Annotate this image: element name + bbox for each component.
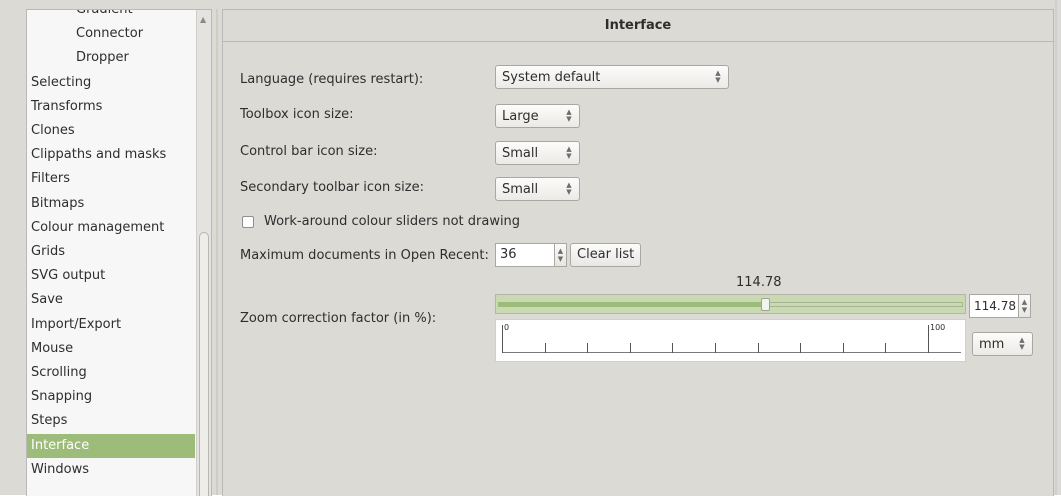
secondary-toolbar-icon-size-value: Small (502, 182, 539, 197)
sidebar-item[interactable]: Colour management (27, 216, 199, 240)
zoom-value-input[interactable]: 114.78 (969, 294, 1019, 318)
interface-panel: Interface Language (requires restart): S… (222, 9, 1054, 496)
zoom-value-display: 114.78 (736, 275, 782, 290)
ruler-tick (502, 325, 503, 353)
ruler-tick (545, 343, 546, 353)
ruler-tick (843, 343, 844, 353)
ruler-start-label: 0 (504, 323, 510, 332)
zoom-slider-handle[interactable] (761, 298, 770, 311)
ruler-tick (758, 343, 759, 353)
zoom-unit-value: mm (979, 337, 1005, 352)
colour-sliders-workaround-checkbox[interactable] (242, 216, 254, 228)
preferences-sidebar: Gradient Connector Dropper Selecting Transfo… (26, 9, 212, 496)
up-triangle-icon[interactable]: ▲ (200, 16, 206, 24)
sidebar-scrollbar[interactable]: ▲ (196, 10, 211, 496)
updown-arrows-icon: ▲ ▼ (715, 69, 721, 84)
ruler-end-label: 100 (930, 323, 946, 332)
clear-list-button[interactable]: Clear list (570, 243, 642, 267)
language-label: Language (requires restart): (240, 72, 424, 87)
ruler-tick (630, 343, 631, 353)
toolbox-icon-size-value: Large (502, 109, 539, 124)
secondary-toolbar-icon-size-select[interactable]: Small ▲ ▼ (495, 177, 580, 201)
sidebar-item[interactable]: Connector (27, 22, 211, 46)
sidebar-item[interactable]: Selecting (27, 71, 199, 95)
sidebar-item[interactable]: Gradient (27, 10, 211, 22)
updown-arrows-icon: ▲ ▼ (1019, 336, 1025, 351)
panel-title: Interface (223, 10, 1053, 42)
secondary-toolbar-icon-size-label: Secondary toolbar icon size: (240, 180, 424, 195)
zoom-ruler: 0 100 (495, 319, 966, 362)
sidebar-item[interactable]: Steps (27, 409, 199, 433)
updown-arrows-icon: ▲ ▼ (566, 108, 572, 123)
max-recent-label: Maximum documents in Open Recent: (240, 248, 489, 263)
toolbox-icon-size-select[interactable]: Large ▲ ▼ (495, 104, 580, 128)
zoom-slider-fill (498, 302, 765, 307)
sidebar-item[interactable]: Clippaths and masks (27, 143, 199, 167)
pane-separator[interactable] (216, 9, 218, 495)
ruler-tick (928, 325, 929, 353)
control-bar-icon-size-label: Control bar icon size: (240, 144, 378, 159)
sidebar-item[interactable]: Save (27, 288, 199, 312)
control-bar-icon-size-value: Small (502, 146, 539, 161)
sidebar-item[interactable]: Dropper (27, 46, 211, 70)
control-bar-icon-size-select[interactable]: Small ▲ ▼ (495, 141, 580, 165)
max-recent-input[interactable]: 36 (495, 243, 555, 267)
ruler-tick (885, 343, 886, 353)
sidebar-item[interactable]: Transforms (27, 95, 199, 119)
sidebar-item[interactable]: Clones (27, 119, 199, 143)
zoom-slider[interactable] (495, 294, 966, 314)
sidebar-item[interactable]: Filters (27, 167, 199, 191)
sidebar-item[interactable]: Import/Export (27, 313, 199, 337)
ruler-baseline (502, 352, 961, 353)
sidebar-item[interactable]: Bitmaps (27, 192, 199, 216)
ruler-tick (800, 343, 801, 353)
ruler-tick (672, 343, 673, 353)
preferences-window: Gradient Connector Dropper Selecting Transfo… (0, 0, 1061, 496)
zoom-unit-select[interactable]: mm ▲ ▼ (972, 332, 1033, 356)
sidebar-item[interactable]: Mouse (27, 337, 199, 361)
sidebar-item[interactable]: Windows (27, 458, 199, 482)
ruler-tick (587, 343, 588, 353)
colour-sliders-workaround-label[interactable]: Work-around colour sliders not drawing (264, 214, 520, 230)
sidebar-item[interactable]: SVG output (27, 264, 199, 288)
window-edge (1055, 0, 1057, 495)
updown-arrows-icon: ▲ ▼ (566, 145, 572, 160)
language-select[interactable]: System default ▲ ▼ (495, 65, 729, 89)
sidebar-item[interactable]: Scrolling (27, 361, 199, 385)
sidebar-scrollbar-thumb[interactable] (199, 232, 209, 496)
sidebar-item[interactable]: Grids (27, 240, 199, 264)
max-recent-spinner[interactable]: ▲ ▼ (555, 243, 567, 267)
updown-arrows-icon: ▲ ▼ (566, 181, 572, 196)
sidebar-item[interactable]: Snapping (27, 385, 199, 409)
sidebar-item[interactable]: Interface (27, 434, 195, 458)
zoom-correction-label: Zoom correction factor (in %): (240, 311, 437, 326)
toolbox-icon-size-label: Toolbox icon size: (240, 107, 354, 122)
language-select-value: System default (502, 70, 601, 85)
zoom-value-spinner[interactable]: ▲ ▼ (1019, 294, 1031, 318)
ruler-tick (715, 343, 716, 353)
